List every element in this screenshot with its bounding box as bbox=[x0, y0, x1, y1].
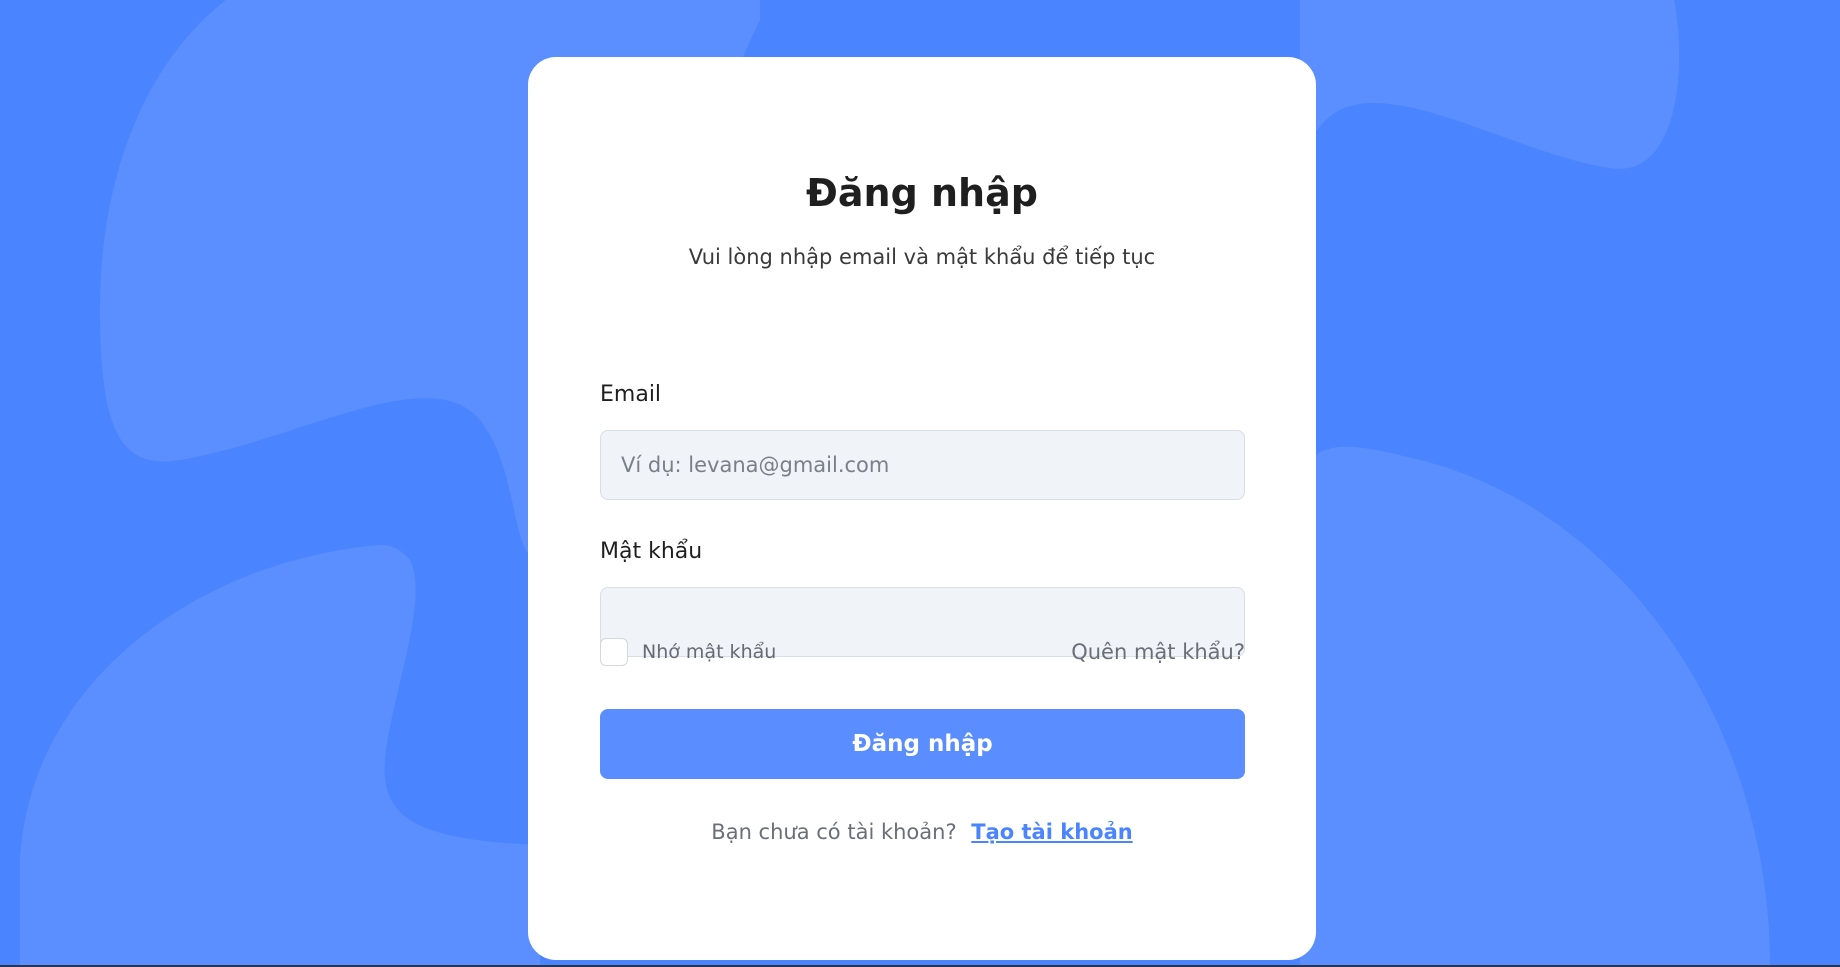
background-blob bbox=[1300, 0, 1680, 169]
remember-password-label[interactable]: Nhớ mật khẩu bbox=[642, 641, 776, 663]
login-button[interactable]: Đăng nhập bbox=[600, 709, 1245, 779]
remember-password-checkbox[interactable] bbox=[600, 638, 628, 666]
page-subtitle: Vui lòng nhập email và mật khẩu để tiếp … bbox=[688, 245, 1156, 269]
signup-prompt: Bạn chưa có tài khoản? bbox=[711, 820, 957, 844]
email-label: Email bbox=[600, 382, 662, 407]
remember-password[interactable]: Nhớ mật khẩu bbox=[600, 637, 776, 667]
login-card: Đăng nhập Vui lòng nhập email và mật khẩ… bbox=[528, 57, 1316, 960]
background-blob bbox=[20, 545, 540, 967]
forgot-password-link[interactable]: Quên mật khẩu? bbox=[1071, 637, 1245, 667]
page-title: Đăng nhập bbox=[806, 171, 1038, 215]
password-label: Mật khẩu bbox=[600, 539, 703, 564]
create-account-link[interactable]: Tạo tài khoản bbox=[971, 820, 1132, 844]
background-blob bbox=[1300, 446, 1770, 967]
email-field[interactable] bbox=[600, 430, 1245, 500]
signup-row: Bạn chưa có tài khoản? Tạo tài khoản bbox=[528, 817, 1316, 847]
